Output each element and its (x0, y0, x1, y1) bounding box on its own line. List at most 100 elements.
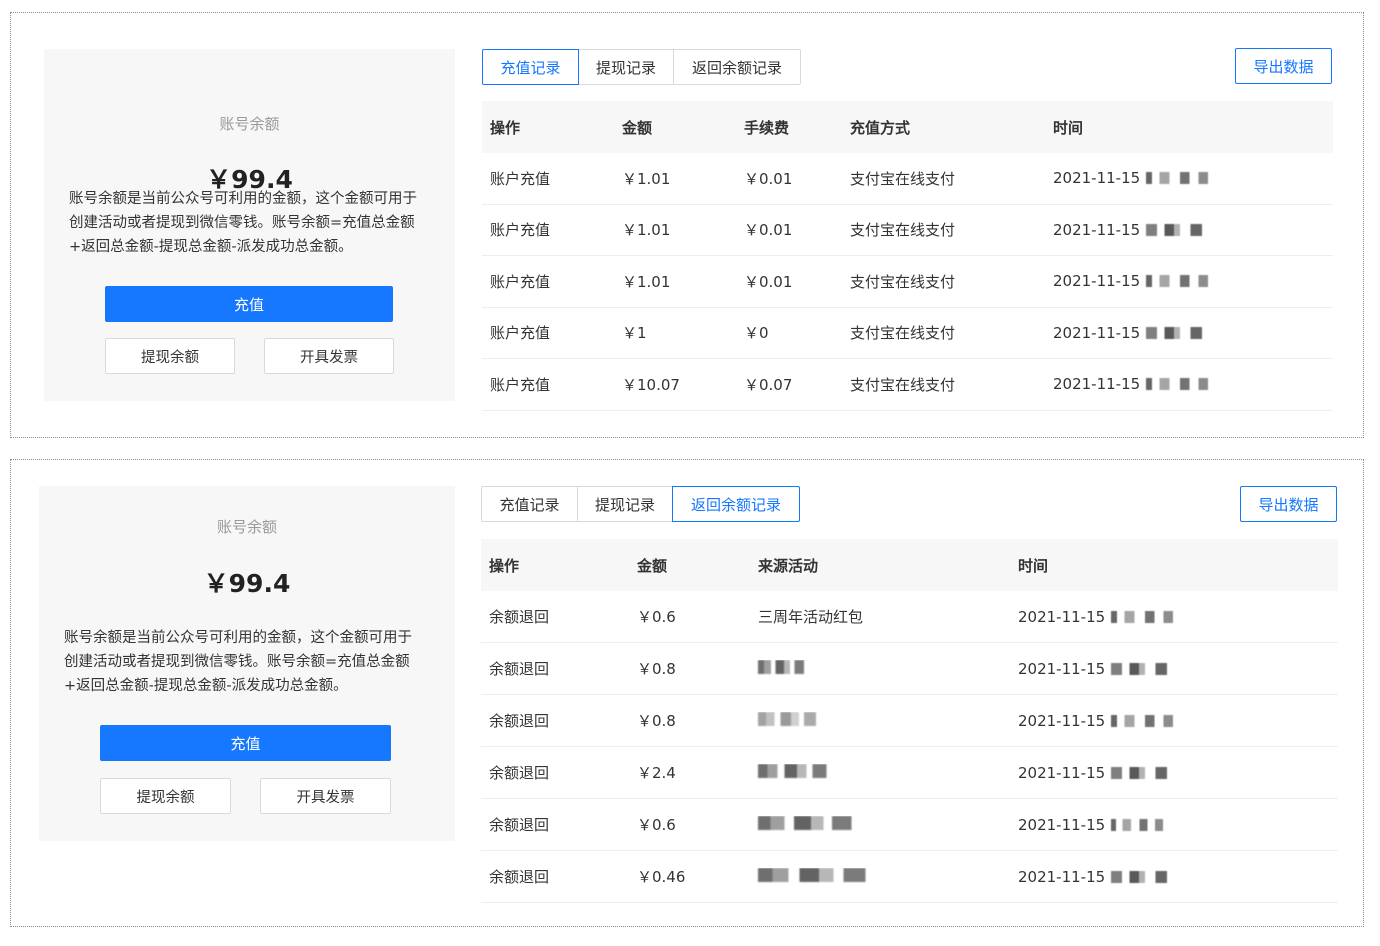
issue-invoice-button[interactable]: 开具发票 (260, 778, 391, 814)
amount-cell: ￥2.4 (637, 764, 676, 782)
source-activity-cell (748, 867, 1008, 886)
operation-cell: 余额退回 (489, 764, 550, 782)
column-header: 手续费 (744, 118, 790, 137)
date-text: 2021-11-15 (1053, 323, 1141, 342)
recharge-table: 操作 金额 手续费 充值方式 时间 账户充值 ￥1.01 ￥0.01 支付宝在线… (482, 101, 1333, 411)
operation-cell: 余额退回 (489, 868, 550, 886)
table-row: 账户充值 ￥1.01 ￥0.01 支付宝在线支付 2021-11-15 (482, 256, 1333, 308)
fee-cell: ￥0.07 (744, 375, 793, 394)
operation-cell: 账户充值 (490, 375, 551, 394)
refund-records-panel: 账号余额 ￥99.4 账号余额是当前公众号可利用的金额，这个金额可用于创建活动或… (10, 459, 1364, 927)
redacted-time (1146, 172, 1209, 185)
operation-cell: 余额退回 (489, 660, 550, 678)
table-header: 操作 金额 来源活动 时间 (481, 539, 1338, 591)
amount-cell: ￥0.46 (637, 868, 686, 886)
redacted-source (758, 763, 836, 778)
amount-cell: ￥0.8 (637, 660, 676, 678)
date-text: 2021-11-15 (1018, 763, 1106, 782)
date-text: 2021-11-15 (1053, 220, 1141, 239)
redacted-time (1146, 275, 1209, 288)
method-cell: 支付宝在线支付 (850, 272, 956, 291)
tab-withdraw-records[interactable]: 提现记录 (578, 49, 674, 85)
redacted-time (1146, 326, 1209, 339)
amount-cell: ￥0.8 (637, 712, 676, 730)
column-header: 时间 (1053, 118, 1084, 137)
column-header: 金额 (622, 118, 653, 137)
table-row: 账户充值 ￥1.01 ￥0.01 支付宝在线支付 2021-11-15 (482, 153, 1333, 205)
amount-cell: ￥1.01 (622, 169, 671, 188)
withdraw-balance-button[interactable]: 提现余额 (100, 778, 231, 814)
redacted-time (1111, 714, 1174, 727)
amount-cell: ￥1.01 (622, 272, 671, 291)
time-cell: 2021-11-15 (1043, 375, 1333, 393)
recharge-button[interactable]: 充值 (100, 725, 391, 761)
source-activity-cell (748, 659, 1008, 678)
time-cell: 2021-11-15 (1043, 324, 1333, 342)
method-cell: 支付宝在线支付 (850, 169, 956, 188)
method-cell: 支付宝在线支付 (850, 375, 956, 394)
date-text: 2021-11-15 (1018, 711, 1106, 730)
method-cell: 支付宝在线支付 (850, 324, 956, 343)
amount-cell: ￥1 (622, 324, 647, 343)
table-row: 余额退回 ￥0.8 2021-11-15 (481, 643, 1338, 695)
tab-refund-records[interactable]: 返回余额记录 (672, 486, 800, 522)
time-cell: 2021-11-15 (1008, 764, 1338, 782)
tab-withdraw-records[interactable]: 提现记录 (577, 486, 673, 522)
tab-refund-records[interactable]: 返回余额记录 (673, 49, 801, 85)
balance-label: 账号余额 (216, 518, 277, 536)
table-row: 余额退回 ￥2.4 2021-11-15 (481, 747, 1338, 799)
column-header: 来源活动 (758, 556, 819, 575)
amount-cell: ￥1.01 (622, 221, 671, 240)
date-text: 2021-11-15 (1018, 607, 1106, 626)
issue-invoice-button[interactable]: 开具发票 (264, 338, 394, 374)
date-text: 2021-11-15 (1018, 815, 1106, 834)
tab-recharge-records[interactable]: 充值记录 (481, 486, 578, 522)
operation-cell: 账户充值 (490, 221, 551, 240)
table-header: 操作 金额 手续费 充值方式 时间 (482, 101, 1333, 153)
time-cell: 2021-11-15 (1008, 816, 1338, 834)
redacted-source (758, 659, 810, 674)
source-activity-cell (748, 763, 1008, 782)
method-cell: 支付宝在线支付 (850, 221, 956, 240)
table-row: 账户充值 ￥10.07 ￥0.07 支付宝在线支付 2021-11-15 (482, 359, 1333, 411)
time-cell: 2021-11-15 (1043, 272, 1333, 290)
redacted-time (1111, 818, 1164, 831)
table-row: 余额退回 ￥0.46 2021-11-15 (481, 851, 1338, 903)
table-row: 余额退回 ￥0.6 2021-11-15 (481, 799, 1338, 851)
operation-cell: 账户充值 (490, 272, 551, 291)
redacted-time (1111, 870, 1174, 883)
fee-cell: ￥0.01 (744, 169, 793, 188)
redacted-source (758, 815, 864, 830)
column-header: 金额 (637, 556, 668, 575)
table-row: 余额退回 ￥0.6 三周年活动红包 2021-11-15 (481, 591, 1338, 643)
redacted-time (1146, 223, 1209, 236)
source-activity-cell (748, 711, 1008, 730)
operation-cell: 余额退回 (489, 712, 550, 730)
recharge-records-panel: 账号余额 ￥99.4 账号余额是当前公众号可利用的金额，这个金额可用于创建活动或… (10, 12, 1364, 438)
fee-cell: ￥0.01 (744, 272, 793, 291)
column-header: 充值方式 (850, 118, 911, 137)
time-cell: 2021-11-15 (1008, 868, 1338, 886)
refund-table: 操作 金额 来源活动 时间 余额退回 ￥0.6 三周年活动红包 2021-11-… (481, 539, 1338, 903)
redacted-time (1111, 610, 1174, 623)
tab-recharge-records[interactable]: 充值记录 (482, 49, 579, 85)
redacted-time (1111, 662, 1174, 675)
redacted-time (1111, 766, 1174, 779)
time-cell: 2021-11-15 (1008, 608, 1338, 626)
export-data-button[interactable]: 导出数据 (1235, 48, 1332, 84)
fee-cell: ￥0.01 (744, 221, 793, 240)
balance-card: 账号余额 ￥99.4 账号余额是当前公众号可利用的金额，这个金额可用于创建活动或… (39, 486, 455, 841)
amount-cell: ￥10.07 (622, 375, 680, 394)
balance-card: 账号余额 ￥99.4 账号余额是当前公众号可利用的金额，这个金额可用于创建活动或… (44, 49, 455, 401)
export-data-button[interactable]: 导出数据 (1240, 486, 1337, 522)
redacted-time (1146, 378, 1209, 391)
operation-cell: 余额退回 (489, 608, 550, 626)
time-cell: 2021-11-15 (1043, 169, 1333, 187)
amount-cell: ￥0.6 (637, 608, 676, 626)
withdraw-balance-button[interactable]: 提现余额 (105, 338, 235, 374)
date-text: 2021-11-15 (1018, 867, 1106, 886)
operation-cell: 账户充值 (490, 324, 551, 343)
recharge-button[interactable]: 充值 (105, 286, 393, 322)
balance-amount: ￥99.4 (203, 569, 291, 598)
record-tabs: 充值记录 提现记录 返回余额记录 (482, 49, 801, 85)
